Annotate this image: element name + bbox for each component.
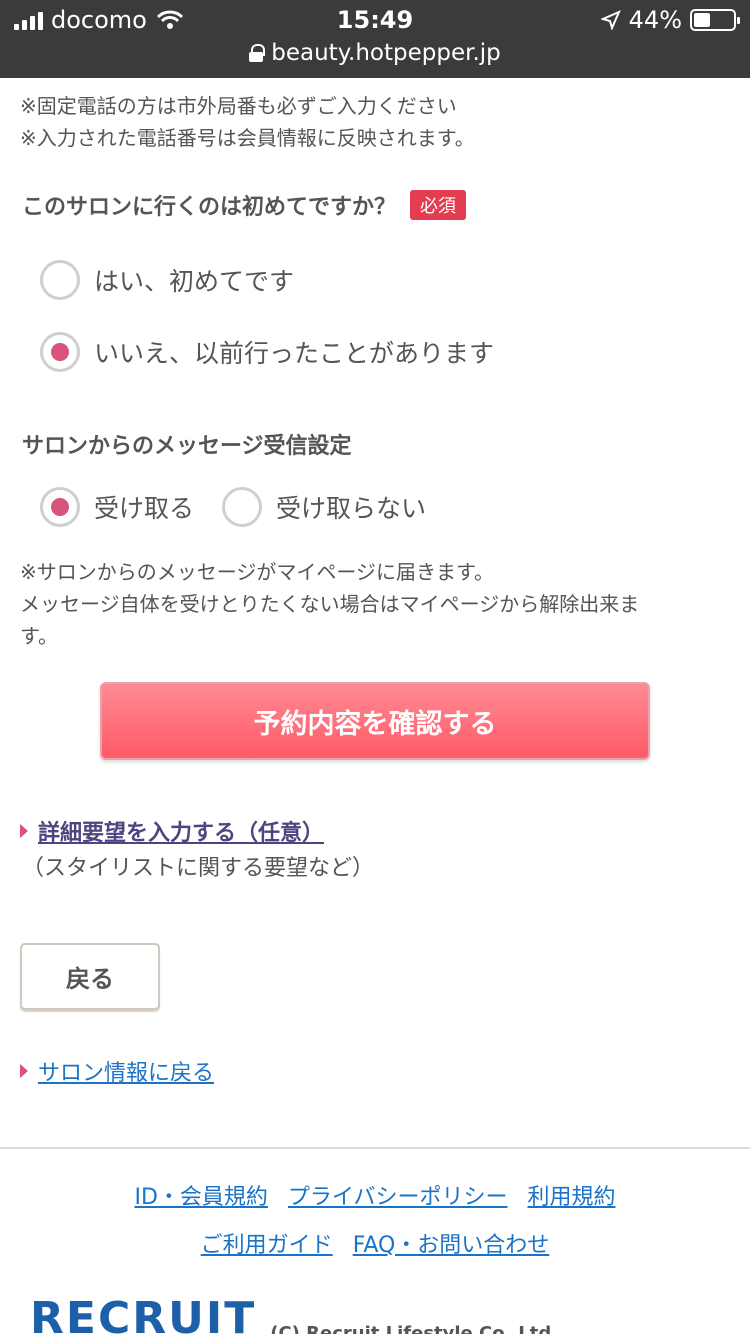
copyright: (C) Recruit Lifestyle Co.,Ltd. (270, 1323, 559, 1334)
radio-label: はい、初めてです (94, 267, 295, 296)
footer-link-terms[interactable]: 利用規約 (527, 1179, 615, 1211)
detail-request-note: （スタイリストに関する要望など） (22, 856, 375, 881)
radio-label: いいえ、以前行ったことがあります (94, 339, 495, 368)
salon-info-link-row[interactable]: サロン情報に戻る (20, 1055, 214, 1087)
radio-first-visit-yes[interactable]: はい、初めてです (40, 260, 294, 300)
battery-icon (690, 9, 740, 31)
footer-link-guide[interactable]: ご利用ガイド (201, 1227, 333, 1259)
footer-divider (0, 1147, 750, 1149)
message-setting-question: サロンからのメッセージ受信設定 (22, 428, 352, 460)
url-text: beauty.hotpepper.jp (271, 40, 501, 66)
location-arrow-icon (600, 10, 621, 30)
footer-link-faq[interactable]: FAQ・お問い合わせ (353, 1227, 550, 1259)
status-right: 44% (600, 6, 740, 34)
confirm-reservation-button[interactable]: 予約内容を確認する (100, 682, 650, 760)
radio-button[interactable] (40, 260, 80, 300)
detail-request-link-row[interactable]: 詳細要望を入力する（任意） (20, 815, 324, 847)
radio-button-selected[interactable] (40, 487, 80, 527)
detail-request-link[interactable]: 詳細要望を入力する（任意） (38, 815, 324, 847)
radio-button[interactable] (222, 487, 262, 527)
message-setting-label: サロンからのメッセージ受信設定 (22, 434, 352, 459)
first-visit-question: このサロンに行くのは初めてですか？ 必須 (22, 189, 467, 221)
radio-label: 受け取る (94, 494, 195, 523)
first-visit-label: このサロンに行くのは初めてですか？ (22, 195, 397, 220)
required-badge: 必須 (410, 190, 467, 220)
recruit-footer: RECRUIT (C) Recruit Lifestyle Co.,Ltd. (30, 1293, 558, 1334)
triangle-right-icon (20, 1064, 28, 1078)
message-note-2: メッセージ自体を受けとりたくない場合はマイページから解除出来ま (20, 592, 640, 616)
recruit-logo: RECRUIT (30, 1293, 257, 1334)
phone-note-2: ※入力された電話番号は会員情報に反映されます。 (20, 126, 475, 150)
footer-links-row-1: ID・会員規約 プライバシーポリシー 利用規約 (0, 1179, 750, 1211)
triangle-right-icon (20, 824, 28, 838)
salon-info-link[interactable]: サロン情報に戻る (38, 1055, 214, 1087)
battery-percent: 44% (628, 6, 682, 34)
radio-button-selected[interactable] (40, 332, 80, 372)
radio-first-visit-no[interactable]: いいえ、以前行ったことがあります (40, 332, 494, 372)
message-note-3: す。 (20, 624, 58, 648)
radio-label: 受け取らない (276, 494, 427, 523)
back-button[interactable]: 戻る (20, 943, 160, 1010)
phone-note-1: ※固定電話の方は市外局番も必ずご入力ください (20, 94, 457, 118)
footer-link-terms-id[interactable]: ID・会員規約 (134, 1179, 267, 1211)
lock-icon (249, 44, 266, 62)
status-bar: docomo 15:49 44% beauty.hotpepper.jp (0, 0, 750, 78)
message-note-1: ※サロンからのメッセージがマイページに届きます。 (20, 560, 494, 584)
radio-message-receive[interactable]: 受け取る (40, 487, 194, 527)
footer-links-row-2: ご利用ガイド FAQ・お問い合わせ (0, 1227, 750, 1259)
url-bar[interactable]: beauty.hotpepper.jp (0, 40, 750, 66)
footer-link-privacy[interactable]: プライバシーポリシー (288, 1179, 508, 1211)
radio-message-decline[interactable]: 受け取らない (222, 487, 426, 527)
